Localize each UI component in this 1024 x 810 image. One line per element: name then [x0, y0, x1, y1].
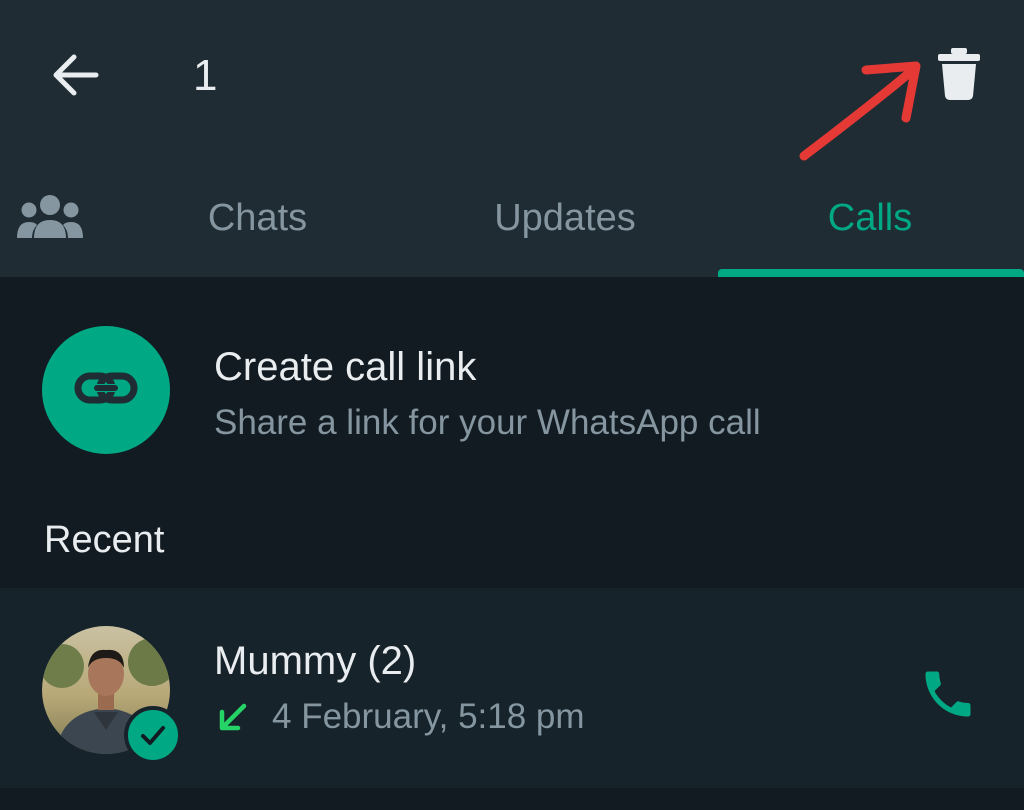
- create-call-link-item[interactable]: Create call link Share a link for your W…: [0, 300, 1024, 480]
- call-log-row[interactable]: Mummy (2) 4 February, 5:18 pm: [0, 588, 1024, 788]
- call-link-title: Create call link: [214, 345, 477, 389]
- arrow-left-icon[interactable]: [50, 52, 100, 98]
- community-icon[interactable]: [16, 194, 84, 240]
- recent-section-header: Recent: [44, 519, 165, 561]
- tab-chats[interactable]: Chats: [170, 190, 345, 246]
- list-bottom: [0, 788, 1024, 810]
- tab-bar: Chats Updates Calls: [0, 180, 1024, 277]
- top-app-bar: 1 Chats Updates Calls: [0, 0, 1024, 277]
- selected-check-icon: [124, 706, 182, 764]
- tab-updates[interactable]: Updates: [465, 190, 665, 246]
- phone-icon[interactable]: [918, 664, 978, 724]
- selected-count: 1: [193, 51, 218, 100]
- annotation-arrow: [799, 61, 921, 161]
- call-link-subtitle: Share a link for your WhatsApp call: [214, 403, 761, 442]
- active-tab-indicator: [718, 269, 1024, 277]
- call-timestamp: 4 February, 5:18 pm: [272, 697, 585, 736]
- tab-calls[interactable]: Calls: [790, 190, 950, 246]
- incoming-call-arrow-icon: [214, 700, 250, 736]
- trash-icon[interactable]: [934, 46, 984, 102]
- contact-name: Mummy (2): [214, 639, 417, 683]
- link-icon: [42, 326, 170, 454]
